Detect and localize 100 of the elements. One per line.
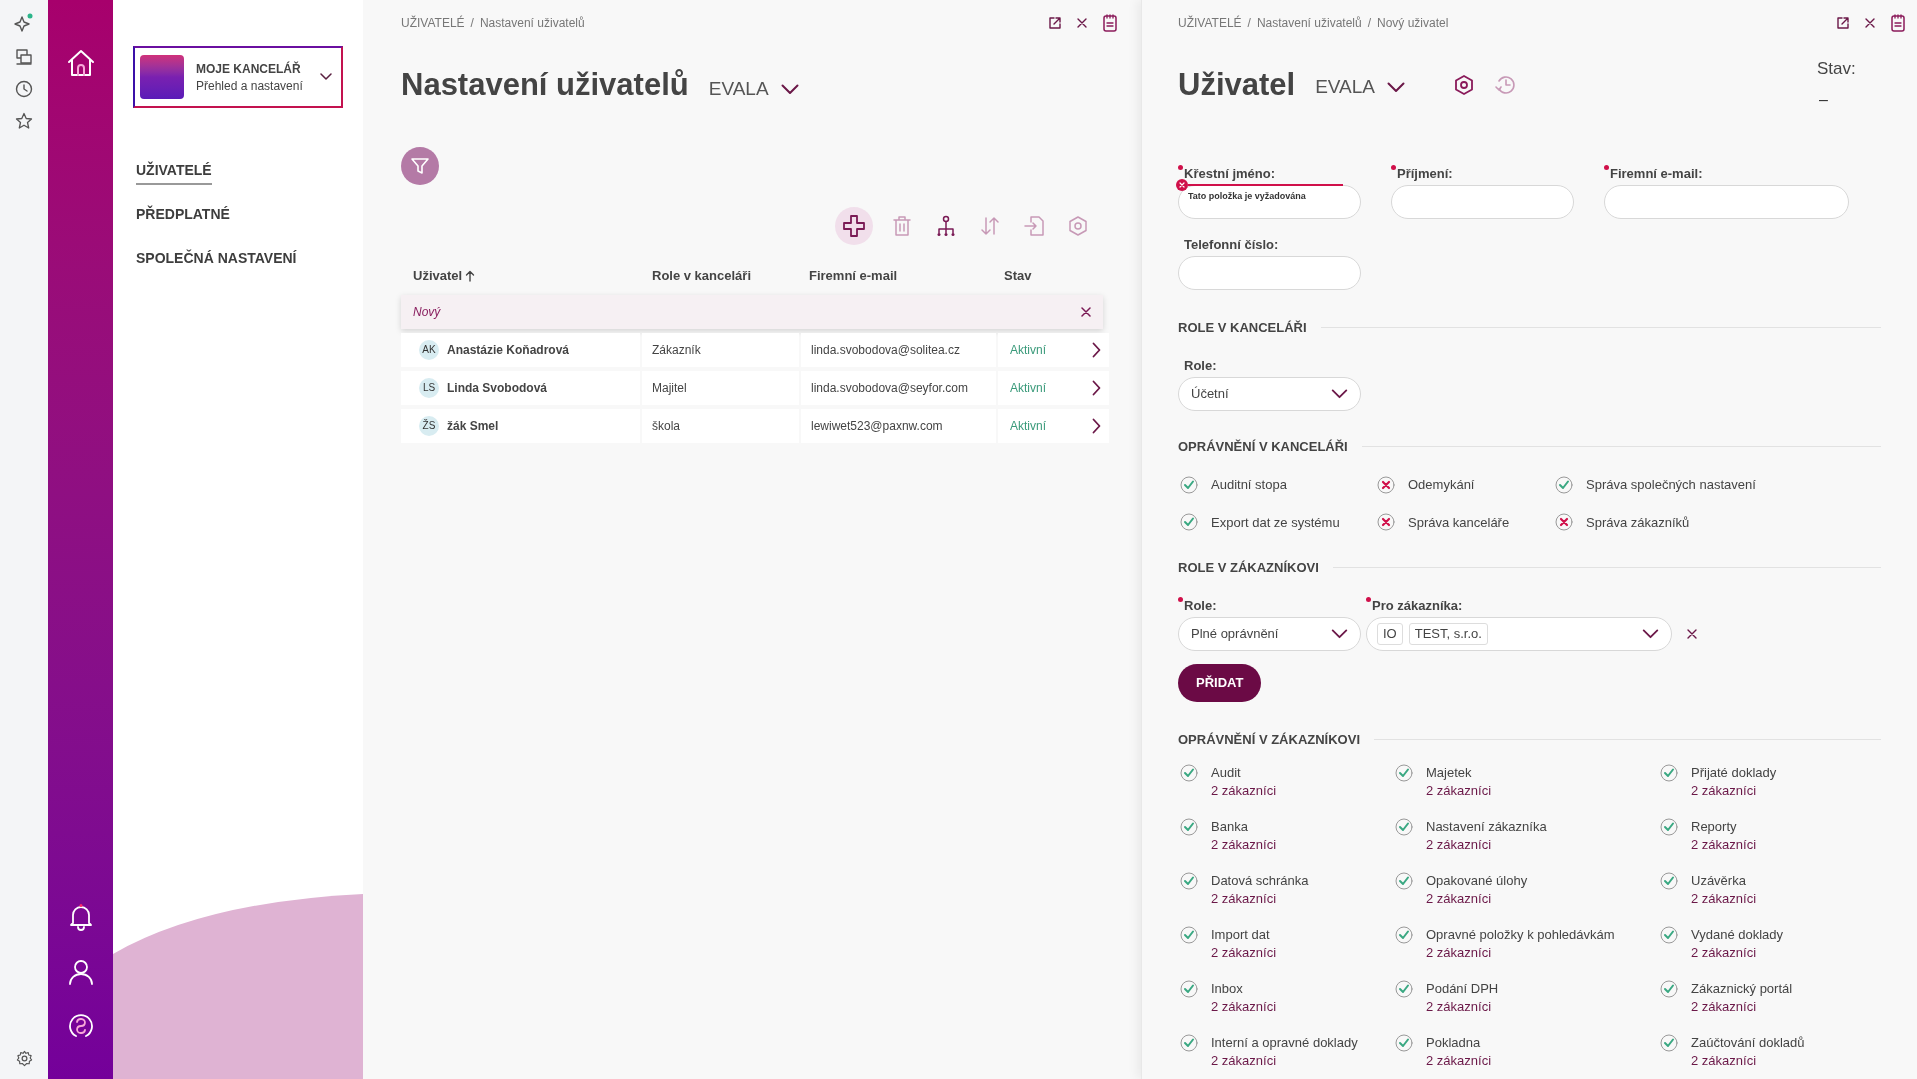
customer-count: 2 zákazníci [1691, 1052, 1758, 1070]
customer-count: 2 zákazníci [1426, 944, 1493, 962]
customer-count: 2 zákazníci [1211, 890, 1278, 908]
permission-label: Podání DPH [1426, 980, 1499, 998]
breadcrumb-link[interactable]: UŽIVATELÉ [1178, 14, 1242, 32]
field-label: Role: [1184, 356, 1217, 375]
office-switcher[interactable]: MOJE KANCELÁŘ Přehled a nastavení [133, 46, 343, 108]
chevron-down-icon [1387, 81, 1406, 93]
customer-count: 2 zákazníci [1211, 836, 1277, 854]
help-circle-icon[interactable] [67, 1013, 94, 1039]
home-icon[interactable] [65, 48, 96, 78]
column-header[interactable]: Role v kanceláři [652, 265, 751, 286]
close-icon[interactable] [1081, 306, 1091, 317]
chevron-right-icon[interactable] [1092, 417, 1101, 434]
add-button[interactable] [835, 206, 873, 245]
notepad-icon[interactable] [1103, 14, 1117, 32]
breadcrumb-link[interactable]: Nový uživatel [1377, 14, 1449, 32]
close-icon[interactable] [1865, 18, 1875, 28]
close-icon[interactable] [1077, 18, 1087, 28]
customer-count: 2 zákazníci [1426, 890, 1493, 908]
breadcrumb-link[interactable]: Nastavení uživatelů [1256, 14, 1362, 32]
monitor-icon[interactable] [15, 48, 33, 66]
permission-label: Pokladna [1426, 1034, 1482, 1052]
new-row[interactable]: Nový [401, 294, 1103, 329]
page-title: Uživatel [1178, 66, 1296, 104]
permission-label: Vydané doklady [1691, 926, 1784, 944]
breadcrumb-link[interactable]: UŽIVATELÉ [401, 14, 465, 32]
input-field[interactable] [1604, 185, 1849, 219]
sparkle-icon[interactable] [14, 12, 34, 34]
field-label: Křestní jméno: [1184, 165, 1275, 183]
permission-label: Majetek [1426, 764, 1473, 782]
role-select[interactable]: Plné oprávnění [1178, 616, 1361, 651]
filter-icon [410, 155, 430, 176]
permission-label: Přijaté doklady [1691, 764, 1777, 782]
table-cell-text: škola [652, 417, 680, 435]
customer-count: 2 zákazníci [1691, 944, 1758, 962]
table-cell-text: linda.svobodova@solitea.cz [811, 341, 960, 359]
user-icon[interactable] [67, 959, 94, 985]
sidebar-item[interactable]: PŘEDPLATNÉ [136, 204, 230, 229]
customer-count: 2 zákazníci [1426, 998, 1493, 1016]
permission-label: Odemykání [1408, 476, 1475, 494]
status-value: – [1818, 89, 1829, 110]
column-header[interactable]: Firemní e-mail [809, 265, 898, 286]
filter-button[interactable] [401, 146, 439, 185]
permission-label: Datová schránka [1211, 872, 1309, 890]
role-select[interactable]: Účetní [1178, 376, 1361, 411]
field-label: Firemní e-mail: [1610, 165, 1703, 183]
field-label: Pro zákazníka: [1372, 596, 1463, 615]
customer-count: 2 zákazníci [1691, 836, 1757, 854]
input-field[interactable] [1178, 185, 1361, 219]
chevron-right-icon[interactable] [1092, 341, 1101, 358]
field-label: Role: [1184, 596, 1217, 615]
status-text: Aktivní [1010, 341, 1046, 359]
clear-icon[interactable] [1687, 628, 1697, 639]
customer-count: 2 zákazníci [1691, 782, 1758, 800]
permission-label: Zákaznický portál [1691, 980, 1793, 998]
customer-count: 2 zákazníci [1426, 1052, 1492, 1070]
sidebar-item[interactable]: UŽIVATELÉ [136, 160, 212, 185]
status-label: Stav: [1817, 58, 1856, 80]
open-external-icon[interactable] [1837, 17, 1849, 29]
user-name: Linda Svobodová [447, 379, 547, 397]
bell-icon[interactable] [67, 903, 94, 931]
open-external-icon[interactable] [1049, 17, 1061, 29]
customer-count: 2 zákazníci [1691, 998, 1758, 1016]
field-label: Příjmení: [1397, 165, 1453, 183]
chevron-right-icon[interactable] [1092, 379, 1101, 396]
permission-label: Import dat [1211, 926, 1271, 944]
sidebar-item[interactable]: SPOLEČNÁ NASTAVENÍ [136, 248, 297, 273]
settings-icon[interactable] [15, 1050, 33, 1067]
permission-label: Banka [1211, 818, 1249, 836]
org-chart-icon[interactable] [935, 214, 957, 237]
section-heading: OPRÁVNĚNÍ V KANCELÁŘI [1178, 437, 1348, 456]
customer-code-tag: IO [1377, 622, 1403, 645]
new-row-label: Nový [413, 303, 441, 321]
permission-label: Audit [1211, 764, 1242, 782]
notepad-icon[interactable] [1891, 14, 1905, 32]
add-button[interactable]: PŘIDAT [1178, 663, 1262, 702]
breadcrumb-separator: / [1367, 15, 1371, 32]
section-heading: ROLE V KANCELÁŘI [1178, 319, 1307, 337]
plus-icon [842, 213, 866, 238]
column-header[interactable]: Stav [1004, 265, 1032, 286]
star-icon[interactable] [15, 112, 33, 130]
column-header[interactable]: Uživatel [413, 265, 463, 286]
permission-label: Správa kanceláře [1408, 513, 1510, 532]
clock-icon[interactable] [15, 80, 33, 98]
company-selector[interactable]: EVALA [708, 75, 799, 104]
customer-count: 2 zákazníci [1211, 998, 1277, 1016]
customer-select[interactable]: IO TEST, s.r.o. [1366, 616, 1672, 651]
input-field[interactable] [1178, 256, 1361, 290]
permission-label: Inbox [1211, 980, 1244, 998]
settings-icon[interactable] [1453, 74, 1476, 97]
customer-count: 2 zákazníci [1426, 836, 1493, 854]
customer-name-tag: TEST, s.r.o. [1408, 622, 1488, 645]
input-field[interactable] [1391, 185, 1574, 219]
breadcrumb-link[interactable]: Nastavení uživatelů [479, 14, 585, 32]
table-cell-text: Majitel [652, 379, 687, 397]
avatar-initials: LS [419, 377, 439, 398]
user-name: žák Smel [447, 417, 499, 435]
table-cell-text: linda.svobodova@seyfor.com [811, 379, 968, 397]
company-selector[interactable]: EVALA [1315, 73, 1406, 102]
